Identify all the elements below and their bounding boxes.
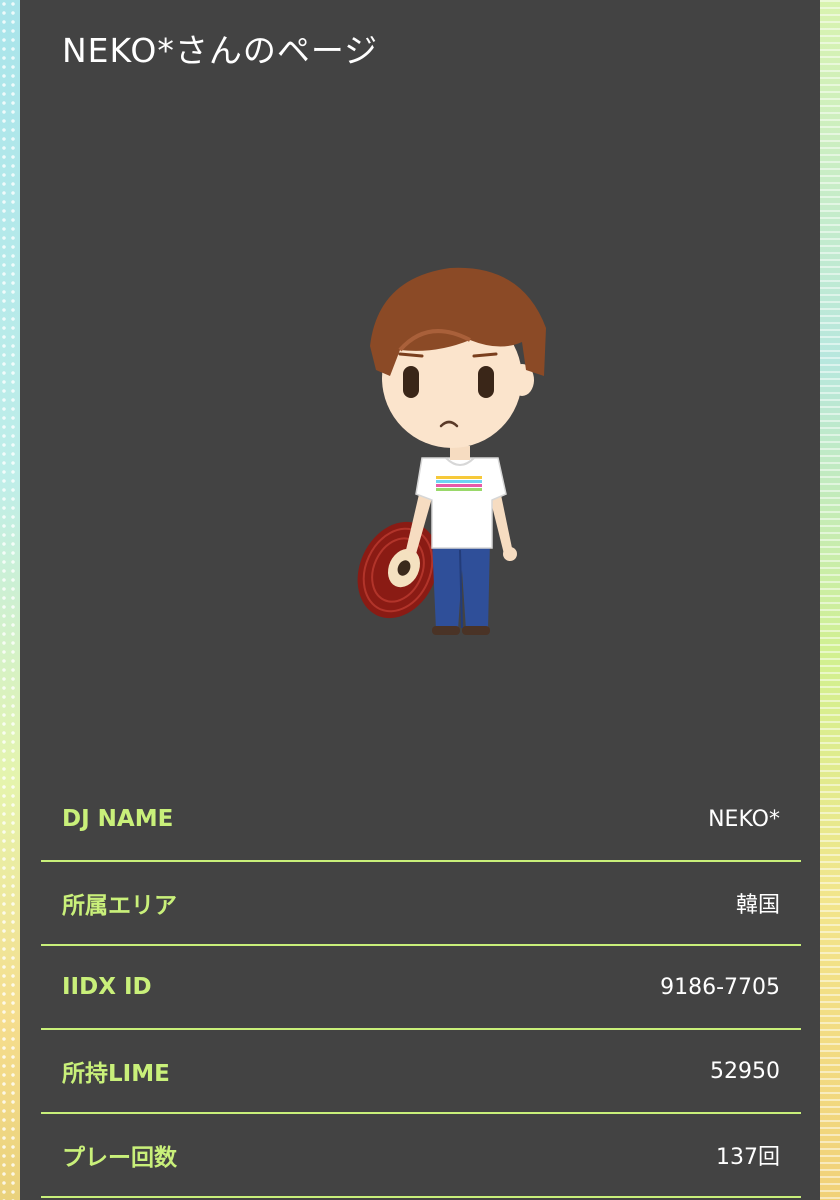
info-value: 137回 <box>716 1145 780 1170</box>
info-label: IIDX ID <box>62 974 152 1000</box>
info-row-lime: 所持LIME 52950 <box>41 1030 801 1114</box>
info-label: プレー回数 <box>62 1145 177 1171</box>
page-title: NEKO*さんのページ <box>62 31 379 70</box>
info-row-dj-name: DJ NAME NEKO* <box>41 778 801 862</box>
info-label: 所属エリア <box>62 893 177 919</box>
info-row-area: 所属エリア 韓国 <box>41 862 801 946</box>
info-value: NEKO* <box>708 806 780 832</box>
info-value: 9186-7705 <box>660 974 780 1000</box>
info-label: 所持LIME <box>62 1061 170 1087</box>
info-label: DJ NAME <box>62 806 174 832</box>
info-row-play-count: プレー回数 137回 <box>41 1114 801 1198</box>
profile-info-list: DJ NAME NEKO* 所属エリア 韓国 IIDX ID 9186-7705… <box>41 778 801 1198</box>
info-value: 52950 <box>710 1058 780 1084</box>
background-pattern-left <box>0 0 20 1200</box>
background-pattern-right <box>820 0 840 1200</box>
info-row-iidx-id: IIDX ID 9186-7705 <box>41 946 801 1030</box>
profile-panel: NEKO*さんのページ DJ NAME NEKO* 所属エリア 韓国 IIDX … <box>20 0 820 1200</box>
dj-avatar-image <box>357 267 546 635</box>
info-value: 韓国 <box>735 893 780 918</box>
